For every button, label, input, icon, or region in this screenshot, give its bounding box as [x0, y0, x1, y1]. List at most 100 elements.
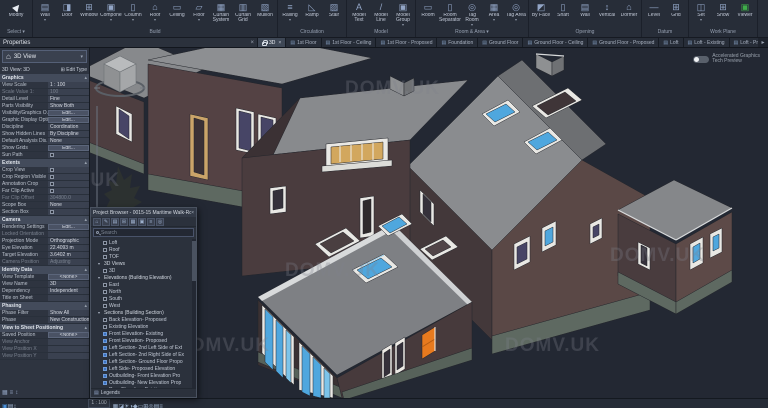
tree-checkbox[interactable] — [103, 304, 107, 308]
edit-type-button[interactable]: ⊞ Edit Type — [61, 67, 87, 73]
tab-1st-floor-ceiling[interactable]: ▤1st Floor - Ceiling — [322, 38, 377, 47]
ribbon-button-level[interactable]: —Level — [643, 1, 665, 18]
property-value[interactable]: 304800.0 — [48, 195, 89, 201]
tree-item-sections-building-section[interactable]: ▾Sections (Building Section) — [91, 309, 192, 316]
close-icon[interactable]: × — [278, 40, 281, 46]
browser-tool-icon-2[interactable]: ▤ — [111, 218, 119, 226]
tab-overflow-button[interactable]: ▸ — [758, 38, 768, 47]
toggle-switch[interactable] — [693, 56, 709, 63]
property-button[interactable]: <None> — [48, 274, 89, 280]
scrollbar[interactable] — [192, 239, 196, 388]
ribbon-button-column[interactable]: ▯Column▾ — [122, 1, 144, 22]
tree-item-left-side-proposed-elevation[interactable]: Left Side- Proposed Elevation — [91, 365, 192, 372]
tree-item-back-elevation-proposed[interactable]: Back Elevation- Proposed — [91, 316, 192, 323]
tree-item-north[interactable]: North — [91, 288, 192, 295]
browser-tool-icon-5[interactable]: ▣ — [138, 218, 146, 226]
tree-item-loft[interactable]: Loft — [91, 239, 192, 246]
property-value[interactable]: 3D — [48, 281, 89, 287]
section-header-extents[interactable]: Extents▴ — [0, 159, 89, 167]
property-checkbox[interactable] — [48, 167, 89, 173]
ribbon-button-model-line[interactable]: /Model Line — [370, 1, 392, 23]
ribbon-button-railing[interactable]: ≡Railing▾ — [279, 1, 301, 22]
property-value[interactable] — [48, 346, 89, 352]
viewcube[interactable] — [90, 48, 150, 100]
property-value[interactable] — [48, 295, 89, 301]
tab-loft[interactable]: ▤Loft — [659, 38, 683, 47]
project-browser-titlebar[interactable]: Project Browser - 0015-15 Maritime Walk-… — [91, 208, 196, 217]
tree-checkbox[interactable] — [103, 241, 107, 245]
tree-checkbox[interactable] — [103, 367, 107, 371]
property-button[interactable]: Edit... — [48, 110, 89, 116]
browser-tool-icon-1[interactable]: ✎ — [102, 218, 110, 226]
ribbon-button-room-separator[interactable]: ▯Room Separator — [439, 1, 461, 23]
tree-checkbox[interactable] — [103, 297, 107, 301]
tree-expand-icon[interactable]: ▾ — [98, 275, 102, 280]
ribbon-button-shaft[interactable]: ▯Shaft — [552, 1, 574, 18]
tree-checkbox[interactable] — [103, 318, 107, 322]
ribbon-button-show[interactable]: ⊞Show — [712, 1, 734, 18]
ribbon-button-roof[interactable]: ⌂Roof▾ — [144, 1, 166, 22]
property-value[interactable]: New Construction — [48, 317, 89, 323]
browser-tool-icon-0[interactable]: ⌂ — [93, 218, 101, 226]
tree-checkbox[interactable] — [103, 346, 107, 350]
tree-checkbox[interactable] — [103, 360, 107, 364]
property-value[interactable]: By Discipline — [48, 131, 89, 137]
tree-checkbox[interactable] — [103, 339, 107, 343]
properties-palette-header[interactable]: Properties × — [0, 38, 258, 47]
ribbon-button-wall[interactable]: ▤Wall▾ — [34, 1, 56, 22]
property-value[interactable] — [48, 339, 89, 345]
tree-expand-icon[interactable]: ▾ — [98, 261, 102, 266]
ribbon-button-floor[interactable]: ▱Floor▾ — [188, 1, 210, 22]
tab-loft-proposed[interactable]: ▤Loft - Proposed — [730, 38, 758, 47]
property-value[interactable]: Adjusting — [48, 259, 89, 265]
search-input[interactable]: Search — [93, 228, 194, 237]
property-button[interactable]: Edit... — [48, 224, 89, 230]
property-value[interactable] — [48, 353, 89, 359]
tree-item-front-elevation-proposed[interactable]: Front Elevation- Proposed — [91, 337, 192, 344]
tree-item-left-section-2nd-right-side-of-ex[interactable]: Left Section- 2nd Right Side of Ex — [91, 351, 192, 358]
section-header-identity-data[interactable]: Identity Data▴ — [0, 266, 89, 274]
property-value[interactable]: Coordination — [48, 124, 89, 130]
tree-checkbox[interactable] — [103, 248, 107, 252]
ribbon-button-curtain-system[interactable]: ▦Curtain System — [210, 1, 232, 23]
tree-item-front-elevation-existing[interactable]: Front Elevation- Existing — [91, 330, 192, 337]
tree-checkbox[interactable] — [103, 283, 107, 287]
type-selector[interactable]: ⌂ 3D View ▾ — [2, 50, 87, 63]
tab-ground-floor[interactable]: ▤Ground Floor — [478, 38, 523, 47]
ribbon-button-area[interactable]: ▦Area▾ — [483, 1, 505, 22]
tab-3d[interactable]: 3D× — [258, 38, 286, 47]
property-button[interactable]: Edit... — [48, 145, 89, 151]
ribbon-button-set[interactable]: ◫Set▾ — [690, 1, 712, 22]
ribbon-button-stair[interactable]: ▨Stair — [323, 1, 345, 18]
tree-checkbox[interactable] — [103, 290, 107, 294]
property-checkbox[interactable] — [48, 209, 89, 215]
property-value[interactable]: Orthographic — [48, 238, 89, 244]
tree-checkbox[interactable] — [103, 325, 107, 329]
ribbon-button-dormer[interactable]: ⌂Dormer — [618, 1, 640, 18]
ribbon-button-component[interactable]: ▣Component▾ — [100, 1, 122, 22]
tree-item-3d-views[interactable]: ▾3D Views — [91, 260, 192, 267]
ribbon-button-window[interactable]: ⊞Window — [78, 1, 100, 18]
tree-checkbox[interactable] — [103, 332, 107, 336]
property-value[interactable]: Show All — [48, 310, 89, 316]
tree-item-roof[interactable]: Roof — [91, 246, 192, 253]
property-value[interactable] — [48, 231, 89, 237]
section-header-graphics[interactable]: Graphics▴ — [0, 74, 89, 82]
tree-item-left-section-ground-floor-propo[interactable]: Left Section- Ground Floor Propo — [91, 358, 192, 365]
property-checkbox[interactable] — [48, 181, 89, 187]
ribbon-button-grid[interactable]: ⊞Grid — [665, 1, 687, 18]
property-value[interactable]: 3.6402 m — [48, 252, 89, 258]
browser-tool-icon-3[interactable]: ⊞ — [120, 218, 128, 226]
close-icon[interactable]: × — [250, 40, 254, 46]
tree-item-south[interactable]: South — [91, 295, 192, 302]
property-value[interactable]: 22.4093 m — [48, 245, 89, 251]
accelerated-graphics-toggle[interactable]: Accelerated Graphics Tech Preview — [693, 54, 760, 64]
ribbon-button-model-text[interactable]: AModel Text — [348, 1, 370, 23]
ribbon-button-tag-area[interactable]: ◎Tag Area▾ — [505, 1, 527, 22]
ribbon-button-wall[interactable]: ▤Wall — [574, 1, 596, 18]
tree-item-left-section-2nd-left-side-of-ext[interactable]: Left Section- 2nd Left Side of Ext — [91, 344, 192, 351]
property-button[interactable]: <None> — [48, 332, 89, 338]
section-header-phasing[interactable]: Phasing▴ — [0, 302, 89, 310]
tree-item-west[interactable]: West — [91, 302, 192, 309]
ribbon-button-by-face[interactable]: ◩By Face — [530, 1, 552, 18]
